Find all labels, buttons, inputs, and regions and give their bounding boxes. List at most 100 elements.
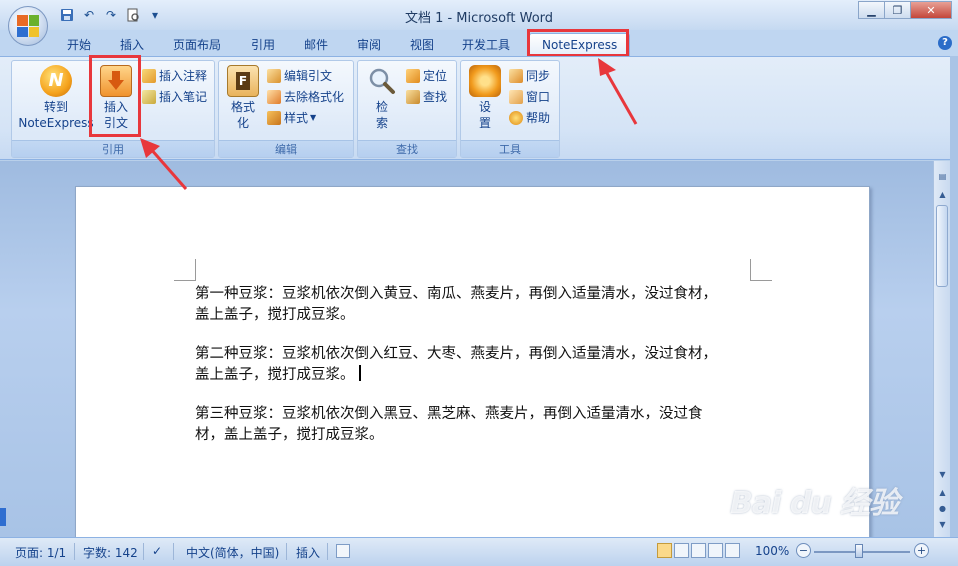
title-bar: ↶ ↷ ▾ 文档 1 - Microsoft Word ▁ ❐ ✕: [0, 0, 958, 30]
insert-mode-indicator[interactable]: 插入: [296, 544, 320, 561]
print-layout-view-icon[interactable]: [657, 543, 672, 558]
tab-highlight-box: [527, 29, 629, 57]
zoom-in-icon[interactable]: +: [914, 543, 929, 558]
group-tools-label: 工具: [461, 140, 559, 157]
vertical-scrollbar[interactable]: ▤ ▲ ▼ ▲ ● ▼: [933, 161, 950, 537]
ribbon-tabs: 开始 插入 页面布局 引用 邮件 审阅 视图 开发工具 NoteExpress: [0, 30, 958, 57]
help-circle-icon: [509, 111, 523, 125]
tab-references[interactable]: 引用: [251, 35, 275, 55]
window-controls: ▁ ❐ ✕: [858, 1, 952, 19]
full-screen-reading-view-icon[interactable]: [674, 543, 689, 558]
paragraph-1-line-1: 第一种豆浆：豆浆机依次倒入黄豆、南瓜、燕麦片，再倒入适量清水，没过食材，: [195, 286, 717, 302]
word-count[interactable]: 字数: 142: [83, 544, 138, 561]
web-layout-view-icon[interactable]: [691, 543, 706, 558]
help-label: 帮助: [526, 111, 551, 125]
minimize-icon[interactable]: ▁: [858, 1, 884, 19]
macro-record-icon[interactable]: [336, 544, 350, 558]
scrollbar-thumb[interactable]: [936, 205, 948, 287]
sync-button[interactable]: 同步: [509, 67, 550, 85]
locate-icon: [406, 69, 420, 83]
crop-mark-top-right: [750, 259, 772, 281]
find-button[interactable]: 查找: [406, 88, 447, 106]
status-divider: [173, 543, 174, 560]
goto-noteexpress-label-1: 转到: [43, 100, 68, 114]
insert-citation-highlight-box: [89, 55, 141, 137]
tab-page-layout[interactable]: 页面布局: [173, 35, 221, 55]
edit-citation-button[interactable]: 编辑引文: [267, 67, 332, 85]
paragraph-3[interactable]: 第三种豆浆：豆浆机依次倒入黑豆、黑芝麻、燕麦片，再倒入适量清水，没过食 材，盖上…: [195, 404, 751, 446]
window-icon: [509, 90, 523, 104]
search-button[interactable]: 检 索: [362, 65, 402, 131]
tab-home[interactable]: 开始: [67, 35, 91, 55]
text-cursor: [358, 365, 361, 381]
search-label-2: 索: [375, 116, 388, 130]
page-count[interactable]: 页面: 1/1: [15, 544, 66, 561]
previous-page-icon[interactable]: ▲: [935, 485, 950, 500]
zoom-slider-thumb[interactable]: [855, 544, 863, 558]
paragraph-1-line-2: 盖上盖子，搅打成豆浆。: [195, 307, 355, 323]
help-button[interactable]: 帮助: [509, 109, 550, 127]
format-label-1: 格式: [230, 100, 255, 114]
next-page-icon[interactable]: ▼: [935, 517, 950, 532]
status-divider: [286, 543, 287, 560]
scroll-down-icon[interactable]: ▼: [935, 467, 950, 482]
edit-citation-icon: [267, 69, 281, 83]
format-button[interactable]: F 格式 化: [223, 65, 263, 131]
group-citation-label: 引用: [12, 140, 214, 157]
chevron-down-icon: ▼: [310, 113, 317, 122]
tab-insert[interactable]: 插入: [120, 35, 144, 55]
insert-note-button[interactable]: 插入注释: [142, 67, 207, 85]
close-icon[interactable]: ✕: [910, 1, 952, 19]
goto-noteexpress-button[interactable]: N 转到 NoteExpress: [16, 65, 96, 131]
style-dropdown[interactable]: 样式 ▼: [267, 109, 316, 127]
insert-memo-button[interactable]: 插入笔记: [142, 88, 207, 106]
group-find: 检 索 定位 查找 查找: [357, 60, 457, 158]
outline-view-icon[interactable]: [708, 543, 723, 558]
insert-note-label: 插入注释: [159, 69, 208, 83]
status-bar: 页面: 1/1 字数: 142 ✓ 中文(简体，中国) 插入 100% − +: [0, 537, 958, 566]
status-divider: [74, 543, 75, 560]
paragraph-2[interactable]: 第二种豆浆：豆浆机依次倒入红豆、大枣、燕麦片，再倒入适量清水，没过食材， 盖上盖…: [195, 344, 751, 386]
remove-formatting-button[interactable]: 去除格式化: [267, 88, 344, 106]
window-title: 文档 1 - Microsoft Word: [404, 11, 554, 26]
help-icon[interactable]: ?: [938, 36, 952, 50]
paragraph-2-line-2: 盖上盖子，搅打成豆浆。: [195, 367, 355, 383]
left-edge-marker: [0, 508, 6, 526]
proofing-icon[interactable]: ✓: [152, 544, 162, 558]
group-edit-label: 编辑: [219, 140, 353, 157]
goto-noteexpress-label-2: NoteExpress: [18, 116, 94, 130]
group-edit: F 格式 化 编辑引文 去除格式化 样式 ▼ 编辑: [218, 60, 354, 158]
office-logo-icon: [17, 15, 39, 37]
scroll-up-icon[interactable]: ▲: [935, 187, 950, 202]
format-icon: F: [227, 65, 259, 97]
draft-view-icon[interactable]: [725, 543, 740, 558]
office-button[interactable]: [8, 6, 48, 46]
find-label: 查找: [423, 90, 448, 104]
locate-button[interactable]: 定位: [406, 67, 447, 85]
settings-button[interactable]: 设 置: [465, 65, 505, 131]
format-label-2: 化: [236, 116, 249, 130]
restore-icon[interactable]: ❐: [884, 1, 910, 19]
paragraph-2-line-1: 第二种豆浆：豆浆机依次倒入红豆、大枣、燕麦片，再倒入适量清水，没过食材，: [195, 346, 717, 362]
remove-formatting-label: 去除格式化: [284, 90, 345, 104]
tab-mailings[interactable]: 邮件: [304, 35, 328, 55]
tab-review[interactable]: 审阅: [357, 35, 381, 55]
group-tools: 设 置 同步 窗口 帮助 工具: [460, 60, 560, 158]
find-icon: [406, 90, 420, 104]
group-find-label: 查找: [358, 140, 456, 157]
locate-label: 定位: [423, 69, 448, 83]
window-button[interactable]: 窗口: [509, 88, 550, 106]
status-divider: [327, 543, 328, 560]
zoom-out-icon[interactable]: −: [796, 543, 811, 558]
style-icon: [267, 111, 281, 125]
paragraph-1[interactable]: 第一种豆浆：豆浆机依次倒入黄豆、南瓜、燕麦片，再倒入适量清水，没过食材， 盖上盖…: [195, 284, 751, 326]
window-right-edge: [950, 56, 958, 537]
tab-view[interactable]: 视图: [410, 35, 434, 55]
edit-citation-label: 编辑引文: [284, 69, 333, 83]
language-indicator[interactable]: 中文(简体，中国): [186, 544, 279, 561]
ruler-toggle-icon[interactable]: ▤: [935, 169, 950, 184]
tab-developer[interactable]: 开发工具: [462, 35, 510, 55]
select-browse-object-icon[interactable]: ●: [935, 501, 950, 516]
ribbon: N 转到 NoteExpress 插入 引文 插入注释 插入笔记 引用 F 格式…: [0, 55, 950, 160]
zoom-level[interactable]: 100%: [755, 544, 789, 558]
